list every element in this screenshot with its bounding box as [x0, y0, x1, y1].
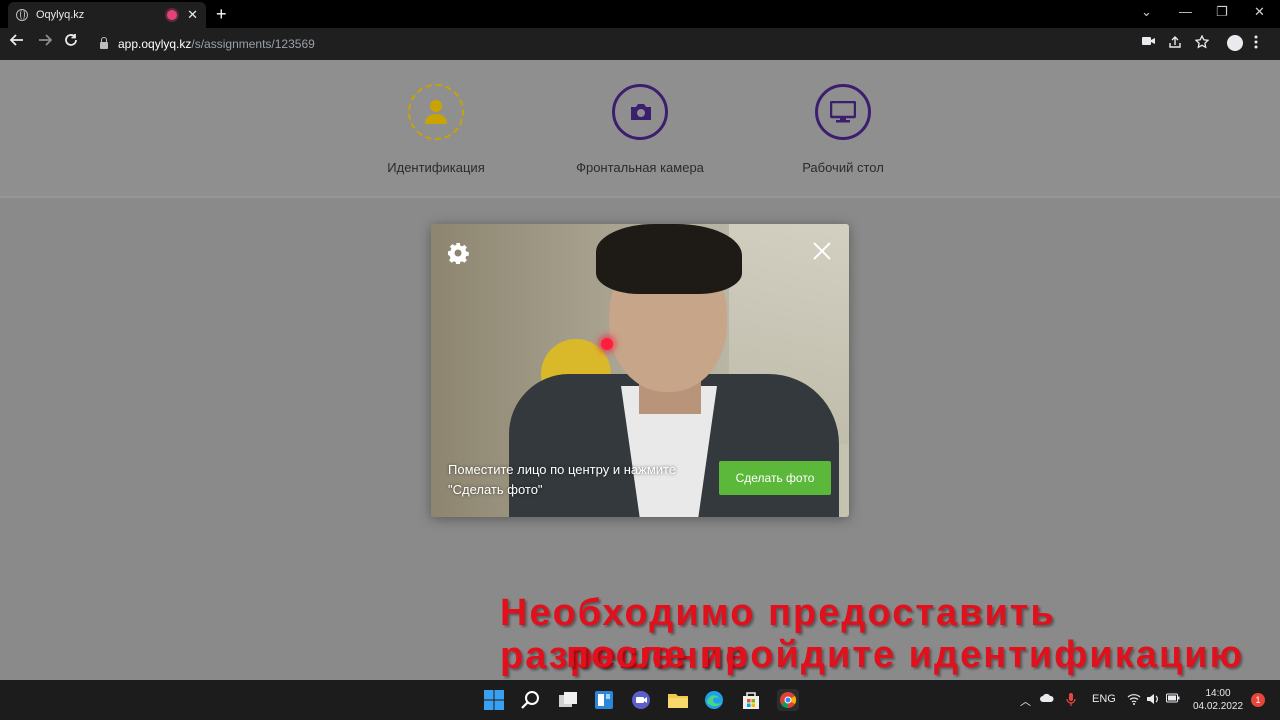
overlay-caption-line2: после пройдите идентификацию [566, 634, 1245, 676]
instruction-text: Поместите лицо по центру и нажмите "Сдел… [448, 462, 677, 497]
restore-button[interactable]: ❐ [1216, 4, 1228, 20]
monitor-icon [830, 101, 856, 123]
minimize-button[interactable]: — [1179, 4, 1192, 19]
speaker-icon[interactable] [1146, 693, 1160, 708]
share-icon[interactable] [1168, 35, 1182, 52]
notification-badge[interactable]: 1 [1251, 693, 1265, 707]
step-front-camera: Фронтальная камера [540, 84, 740, 175]
tab-search-button[interactable]: ⌄ [1141, 4, 1152, 20]
tab-title: Oqylyq.kz [36, 9, 85, 21]
cursor-highlight [601, 338, 613, 350]
edge-browser-icon[interactable] [703, 689, 725, 711]
menu-dots-icon[interactable] [1254, 35, 1258, 52]
microphone-icon[interactable] [1066, 693, 1076, 710]
recording-icon [167, 10, 178, 20]
forward-button[interactable] [38, 33, 53, 52]
camera-modal: Поместите лицо по центру и нажмите "Сдел… [431, 224, 849, 517]
window-close-button[interactable]: ✕ [1254, 4, 1265, 20]
url-path: /s/assignments/123569 [191, 37, 315, 51]
bookmark-star-icon[interactable] [1194, 34, 1210, 52]
chrome-icon[interactable] [777, 689, 799, 711]
widgets-icon[interactable] [593, 689, 615, 711]
battery-icon[interactable] [1166, 693, 1180, 706]
take-photo-button[interactable]: Сделать фото [719, 461, 831, 495]
store-icon[interactable] [740, 689, 762, 711]
profile-avatar[interactable] [1227, 35, 1243, 51]
step-identification-circle [408, 84, 464, 140]
tab-close-button[interactable]: ✕ [187, 7, 198, 23]
show-hidden-icons-chevron-icon[interactable]: ︿ [1020, 693, 1031, 709]
task-view-icon[interactable] [557, 689, 579, 711]
file-explorer-icon[interactable] [667, 689, 689, 711]
windows-taskbar: ︿ ENG 14:00 04.02.2022 1 [0, 680, 1280, 720]
camera-in-use-icon[interactable] [1142, 35, 1156, 50]
settings-gear-icon[interactable] [447, 242, 469, 265]
system-clock[interactable]: 14:00 04.02.2022 [1190, 687, 1246, 713]
browser-toolbar: app.oqylyq.kz /s/assignments/123569 [0, 28, 1280, 60]
step-label: Рабочий стол [802, 160, 884, 175]
camera-icon [631, 104, 651, 120]
browser-tab[interactable]: Oqylyq.kz ✕ [8, 2, 206, 28]
back-button[interactable] [9, 33, 24, 52]
teams-chat-icon[interactable] [630, 689, 652, 711]
step-label: Идентификация [387, 160, 485, 175]
modal-close-icon[interactable] [811, 240, 833, 262]
start-windows-icon[interactable] [483, 689, 505, 711]
tab-strip: Oqylyq.kz ✕ + ⌄ — ❐ ✕ [0, 0, 1280, 28]
step-identification: Идентификация [336, 84, 536, 175]
step-camera-circle [612, 84, 668, 140]
globe-icon [16, 9, 28, 21]
step-desktop: Рабочий стол [743, 84, 943, 175]
reload-icon [65, 34, 77, 46]
reload-button[interactable] [64, 33, 78, 52]
url-host: app.oqylyq.kz [118, 37, 192, 51]
address-bar[interactable]: app.oqylyq.kz /s/assignments/123569 [90, 31, 1218, 57]
step-desktop-circle [815, 84, 871, 140]
steps-bar: Идентификация Фронтальная камера Рабочий… [0, 60, 1280, 198]
arrow-right-icon [39, 34, 53, 46]
clock-date: 04.02.2022 [1192, 701, 1244, 712]
language-indicator[interactable]: ENG [1092, 693, 1116, 705]
step-label: Фронтальная камера [576, 160, 704, 175]
user-icon [425, 100, 447, 124]
onedrive-cloud-icon[interactable] [1040, 693, 1054, 706]
new-tab-button[interactable]: + [216, 4, 227, 25]
clock-time: 14:00 [1205, 688, 1231, 699]
lock-icon [100, 37, 108, 49]
page-content: Идентификация Фронтальная камера Рабочий… [0, 60, 1280, 680]
arrow-left-icon [9, 34, 23, 46]
search-icon[interactable] [520, 689, 542, 711]
wifi-icon[interactable] [1127, 693, 1141, 708]
